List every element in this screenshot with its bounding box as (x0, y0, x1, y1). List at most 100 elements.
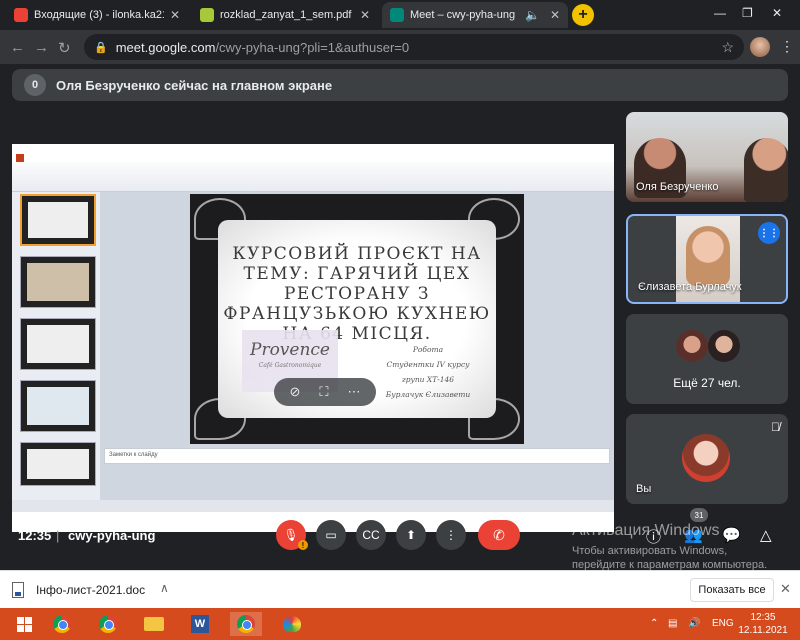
forward-icon[interactable]: → (34, 39, 49, 56)
author-line: групи ХТ-146 (401, 375, 455, 384)
new-tab-button[interactable]: + (572, 4, 594, 26)
volume-icon[interactable]: 🔊 (688, 618, 700, 629)
windows-taskbar: W ⌃ ▤ 🔊 ENG 12:35 12.11.2021 (0, 608, 800, 640)
meet-icon (390, 8, 404, 22)
presenting-banner: 0 Оля Безрученко сейчас на главном экран… (12, 69, 788, 101)
folder-icon (144, 617, 164, 631)
logo-subtext: Café Gastronomique (258, 362, 322, 369)
participant-name: Єлизавета Бурлачук (638, 281, 742, 293)
address-toolbar: ← → ↻ 🔒 meet.google.com/cwy-pyha-ung?pli… (0, 30, 800, 64)
close-tab-icon[interactable]: ✕ (360, 8, 370, 22)
more-options-icon[interactable]: ⋯ (347, 384, 360, 400)
tab-pdf[interactable]: rozklad_zanyat_1_sem.pdf ✕ (192, 2, 378, 28)
logo-text: Provence (250, 340, 330, 360)
pdf-icon (200, 8, 214, 22)
profile-avatar[interactable] (750, 37, 770, 57)
participant-tile[interactable]: Оля Безрученко (626, 112, 788, 202)
captions-button[interactable]: CC (356, 520, 386, 550)
tab-gmail[interactable]: Входящие (3) - ilonka.ka21@gm ✕ (6, 2, 188, 28)
close-tab-icon[interactable]: ✕ (170, 8, 180, 22)
people-count-badge: 31 (690, 508, 708, 522)
tab-title: Meet – cwy-pyha-ung (410, 9, 516, 21)
word-file-icon (12, 582, 24, 598)
windows-activation-watermark: Активация Windows Чтобы активировать Win… (572, 522, 767, 572)
camera-toggle-button[interactable]: ▭ (316, 520, 346, 550)
meeting-time: 12:35 (18, 528, 52, 543)
tab-title: rozklad_zanyat_1_sem.pdf (220, 9, 352, 21)
mic-off-icon: 🎙 (283, 528, 299, 542)
banner-text: Оля Безрученко сейчас на главном экране (56, 77, 333, 93)
taskbar-explorer[interactable] (138, 612, 170, 636)
unpin-icon[interactable]: ⊘ (289, 384, 300, 400)
taskbar-chrome[interactable] (46, 612, 78, 636)
tab-meet[interactable]: Meet – cwy-pyha-ung 🔈 ✕ (382, 2, 568, 28)
taskbar-chrome-active[interactable] (230, 612, 262, 636)
avatar (676, 330, 708, 362)
chevron-up-icon[interactable]: ∧ (160, 581, 169, 595)
powerpoint-titlebar (12, 144, 614, 154)
slide-thumbnail (20, 194, 96, 246)
current-slide: КУРСОВИЙ ПРОЄКТ НА ТЕМУ: ГАРЯЧИЙ ЦЕХ РЕС… (190, 194, 524, 444)
language-indicator[interactable]: ENG (712, 618, 734, 629)
fullscreen-icon[interactable]: ⛶ (319, 384, 328, 400)
activation-line: Чтобы активировать Windows, (572, 545, 728, 557)
leave-call-button[interactable]: ✆ (478, 520, 520, 550)
participant-tile[interactable]: ⋮⋮ Єлизавета Бурлачук (626, 214, 788, 304)
lock-icon[interactable]: 🔒 (94, 41, 108, 54)
bookmark-star-icon[interactable]: ☆ (721, 39, 734, 56)
gmail-icon (14, 8, 28, 22)
slide-thumbnail (20, 442, 96, 486)
chrome-icon (99, 615, 117, 633)
hangup-icon: ✆ (493, 526, 505, 543)
more-vert-icon: ⋮ (445, 528, 457, 542)
banner-count: 0 (24, 74, 46, 96)
show-all-button[interactable]: Показать все (690, 578, 774, 602)
minimize-icon[interactable]: — (714, 6, 726, 20)
more-options-button[interactable]: ⋮ (436, 520, 466, 550)
author-line: Студентки IV курсу (386, 360, 470, 369)
present-button[interactable]: ⬆ (396, 520, 426, 550)
more-participants-tile[interactable]: Ещё 27 чел. (626, 314, 788, 404)
taskbar-word[interactable]: W (184, 612, 216, 636)
slide-notes: Заметки к слайду (104, 448, 610, 464)
network-icon[interactable]: ▤ (668, 618, 677, 629)
downloads-bar: Інфо-лист-2021.doc ∧ Показать все ✕ (0, 570, 800, 608)
meet-window: 0 Оля Безрученко сейчас на главном экран… (0, 64, 800, 570)
close-window-icon[interactable]: ✕ (772, 6, 782, 20)
speaking-icon: ⋮⋮ (758, 222, 780, 244)
tray-chevron-icon[interactable]: ⌃ (650, 618, 658, 629)
clock-date: 12.11.2021 (738, 625, 788, 636)
powerpoint-ribbon-tabs (12, 154, 614, 162)
captions-icon: CC (362, 528, 380, 542)
start-button[interactable] (8, 612, 40, 636)
close-icon[interactable]: ✕ (780, 581, 791, 597)
url-bar[interactable]: 🔒 meet.google.com/cwy-pyha-ung?pli=1&aut… (84, 34, 744, 60)
taskbar-chrome-profile[interactable] (92, 612, 124, 636)
reload-icon[interactable]: ↻ (58, 39, 71, 57)
slide-author: Робота Студентки IV курсу групи ХТ-146 Б… (368, 342, 488, 402)
close-tab-icon[interactable]: ✕ (550, 8, 560, 22)
present-icon: ⬆ (405, 528, 417, 542)
slide-thumbnail (20, 318, 96, 370)
author-line: Робота (412, 345, 444, 354)
slide-title: КУРСОВИЙ ПРОЄКТ НА ТЕМУ: ГАРЯЧИЙ ЦЕХ РЕС… (223, 244, 491, 344)
participant-name: Вы (636, 483, 652, 495)
taskbar-paint[interactable] (276, 612, 308, 636)
meeting-code: cwy-pyha-ung (68, 528, 156, 543)
paint-icon (283, 616, 301, 632)
shared-screen: КУРСОВИЙ ПРОЄКТ НА ТЕМУ: ГАРЯЧИЙ ЦЕХ РЕС… (12, 144, 614, 532)
self-tile[interactable]: 🎙̸ Вы (626, 414, 788, 504)
browser-tab-bar: Входящие (3) - ilonka.ka21@gm ✕ rozklad_… (0, 0, 800, 30)
author-line: Бурлачук Єлизавети (385, 390, 471, 399)
activation-title: Активация Windows (572, 522, 720, 539)
back-icon[interactable]: ← (10, 39, 25, 56)
tab-audio-icon: 🔈 (524, 8, 540, 22)
taskbar-clock[interactable]: 12:35 12.11.2021 (738, 611, 788, 637)
word-icon: W (191, 615, 209, 633)
avatar (708, 330, 740, 362)
download-item[interactable]: Інфо-лист-2021.doc (36, 583, 145, 597)
maximize-icon[interactable]: ❐ (742, 6, 753, 20)
browser-menu-icon[interactable]: ⋮ (780, 38, 794, 55)
tab-title: Входящие (3) - ilonka.ka21@gm (34, 9, 164, 21)
participant-video (744, 138, 788, 202)
